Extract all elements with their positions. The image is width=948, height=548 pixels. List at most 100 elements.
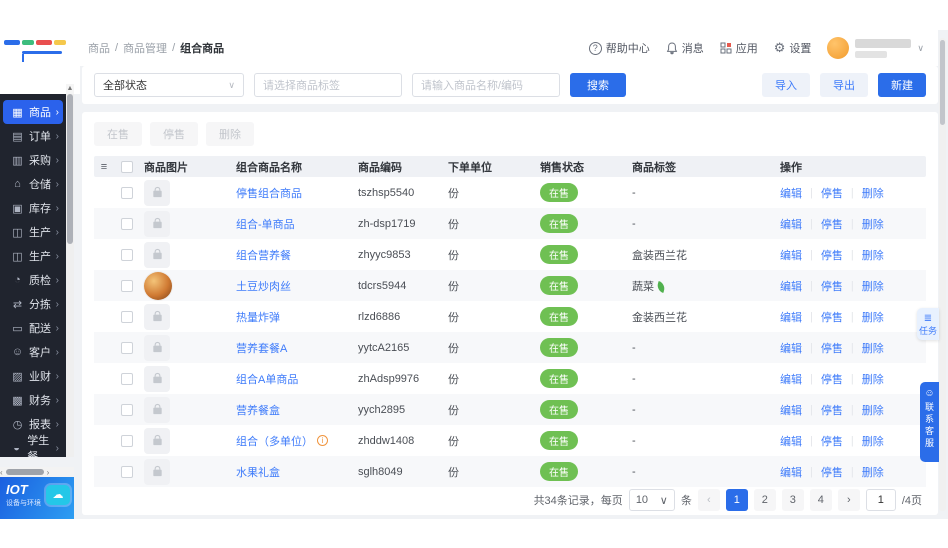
export-button[interactable]: 导出: [820, 73, 868, 97]
help-center-button[interactable]: ? 帮助中心: [589, 40, 650, 56]
scroll-up-icon[interactable]: ▲: [66, 84, 74, 94]
row-checkbox[interactable]: [121, 373, 133, 385]
next-page-button[interactable]: ›: [838, 489, 860, 511]
sidebar-item-仓储[interactable]: ⌂仓储›: [3, 172, 63, 196]
sidebar-item-生产[interactable]: ◫生产›: [3, 244, 63, 268]
sidebar-item-商品[interactable]: ▦商品›: [3, 100, 63, 124]
page-button-4[interactable]: 4: [810, 489, 832, 511]
sidebar-item-质检[interactable]: ◔质检›: [3, 268, 63, 292]
sidebar-item-业财[interactable]: ▨业财›: [3, 364, 63, 388]
action-编辑[interactable]: 编辑: [780, 278, 802, 294]
scroll-left-icon[interactable]: ‹: [0, 468, 3, 477]
row-checkbox[interactable]: [121, 342, 133, 354]
product-name-link[interactable]: 营养套餐A: [236, 340, 287, 356]
user-menu[interactable]: ∨: [827, 37, 924, 59]
messages-button[interactable]: 消息: [666, 40, 704, 56]
batch-button-在售[interactable]: 在售: [94, 122, 142, 146]
action-停售[interactable]: 停售: [821, 216, 843, 232]
product-name-link[interactable]: 土豆炒肉丝: [236, 278, 291, 294]
action-停售[interactable]: 停售: [821, 340, 843, 356]
sidebar-hscrollbar[interactable]: ‹ ›: [0, 467, 74, 477]
column-settings-icon[interactable]: ≡: [94, 161, 114, 173]
scroll-right-icon[interactable]: ›: [47, 468, 50, 477]
settings-button[interactable]: ⚙ 设置: [774, 40, 812, 56]
sidebar-item-订单[interactable]: ▤订单›: [3, 124, 63, 148]
product-name-link[interactable]: 组合-单商品: [236, 216, 295, 232]
action-删除[interactable]: 删除: [862, 402, 884, 418]
action-编辑[interactable]: 编辑: [780, 340, 802, 356]
row-checkbox[interactable]: [121, 187, 133, 199]
page-scrollbar[interactable]: [939, 38, 946, 511]
product-name-link[interactable]: 热量炸弹: [236, 309, 280, 325]
batch-button-删除[interactable]: 删除: [206, 122, 254, 146]
action-停售[interactable]: 停售: [821, 309, 843, 325]
info-icon[interactable]: i: [317, 435, 328, 446]
import-button[interactable]: 导入: [762, 73, 810, 97]
action-编辑[interactable]: 编辑: [780, 371, 802, 387]
sidebar-item-生产[interactable]: ◫生产›: [3, 220, 63, 244]
status-select[interactable]: 全部状态 ∨: [94, 73, 244, 97]
breadcrumb-item[interactable]: 商品管理: [123, 40, 167, 56]
row-checkbox[interactable]: [121, 218, 133, 230]
select-all-checkbox[interactable]: [121, 161, 133, 173]
product-name-link[interactable]: 组合营养餐: [236, 247, 291, 263]
row-checkbox[interactable]: [121, 466, 133, 478]
action-删除[interactable]: 删除: [862, 309, 884, 325]
row-checkbox[interactable]: [121, 404, 133, 416]
action-停售[interactable]: 停售: [821, 371, 843, 387]
action-编辑[interactable]: 编辑: [780, 464, 802, 480]
breadcrumb-item[interactable]: 商品: [88, 40, 110, 56]
sidebar-item-财务[interactable]: ▩财务›: [3, 388, 63, 412]
task-floating-button[interactable]: ≣ 任务: [917, 308, 939, 340]
sidebar-scrollbar[interactable]: ▲: [66, 94, 74, 457]
sidebar-item-配送[interactable]: ▭配送›: [3, 316, 63, 340]
action-停售[interactable]: 停售: [821, 247, 843, 263]
action-编辑[interactable]: 编辑: [780, 433, 802, 449]
create-button[interactable]: 新建: [878, 73, 926, 97]
keyword-input[interactable]: 请输入商品名称/编码: [412, 73, 560, 97]
apps-button[interactable]: 应用: [720, 40, 758, 56]
action-停售[interactable]: 停售: [821, 464, 843, 480]
sidebar-item-库存[interactable]: ▣库存›: [3, 196, 63, 220]
action-编辑[interactable]: 编辑: [780, 216, 802, 232]
action-编辑[interactable]: 编辑: [780, 185, 802, 201]
action-删除[interactable]: 删除: [862, 216, 884, 232]
page-button-3[interactable]: 3: [782, 489, 804, 511]
page-button-2[interactable]: 2: [754, 489, 776, 511]
page-jump-input[interactable]: 1: [866, 489, 896, 511]
action-编辑[interactable]: 编辑: [780, 402, 802, 418]
action-停售[interactable]: 停售: [821, 278, 843, 294]
sidebar-item-采购[interactable]: ▥采购›: [3, 148, 63, 172]
action-停售[interactable]: 停售: [821, 433, 843, 449]
product-name-link[interactable]: 停售组合商品: [236, 185, 302, 201]
action-删除[interactable]: 删除: [862, 371, 884, 387]
action-删除[interactable]: 删除: [862, 340, 884, 356]
sidebar-item-分拣[interactable]: ⇄分拣›: [3, 292, 63, 316]
action-删除[interactable]: 删除: [862, 464, 884, 480]
row-checkbox[interactable]: [121, 311, 133, 323]
row-checkbox[interactable]: [121, 280, 133, 292]
product-name-link[interactable]: 水果礼盒: [236, 464, 280, 480]
batch-button-停售[interactable]: 停售: [150, 122, 198, 146]
action-删除[interactable]: 删除: [862, 185, 884, 201]
page-button-1[interactable]: 1: [726, 489, 748, 511]
sidebar-hscrollbar-thumb[interactable]: [6, 469, 44, 475]
product-name-link[interactable]: 组合（多单位）: [236, 433, 313, 449]
product-name-link[interactable]: 营养餐盒: [236, 402, 280, 418]
iot-banner[interactable]: IOT 设备与环境 ☁: [0, 477, 74, 519]
product-name-link[interactable]: 组合A单商品: [236, 371, 298, 387]
action-删除[interactable]: 删除: [862, 278, 884, 294]
action-删除[interactable]: 删除: [862, 433, 884, 449]
action-编辑[interactable]: 编辑: [780, 309, 802, 325]
contact-service-floating-button[interactable]: ☺ 联系客服: [920, 382, 939, 462]
sidebar-item-学生餐[interactable]: ◒学生餐›: [3, 436, 63, 457]
action-编辑[interactable]: 编辑: [780, 247, 802, 263]
tag-input[interactable]: 请选择商品标签: [254, 73, 402, 97]
action-停售[interactable]: 停售: [821, 402, 843, 418]
row-checkbox[interactable]: [121, 249, 133, 261]
page-scrollbar-thumb[interactable]: [940, 40, 945, 125]
action-删除[interactable]: 删除: [862, 247, 884, 263]
row-checkbox[interactable]: [121, 435, 133, 447]
prev-page-button[interactable]: ‹: [698, 489, 720, 511]
per-page-select[interactable]: 10 ∨: [629, 489, 675, 511]
